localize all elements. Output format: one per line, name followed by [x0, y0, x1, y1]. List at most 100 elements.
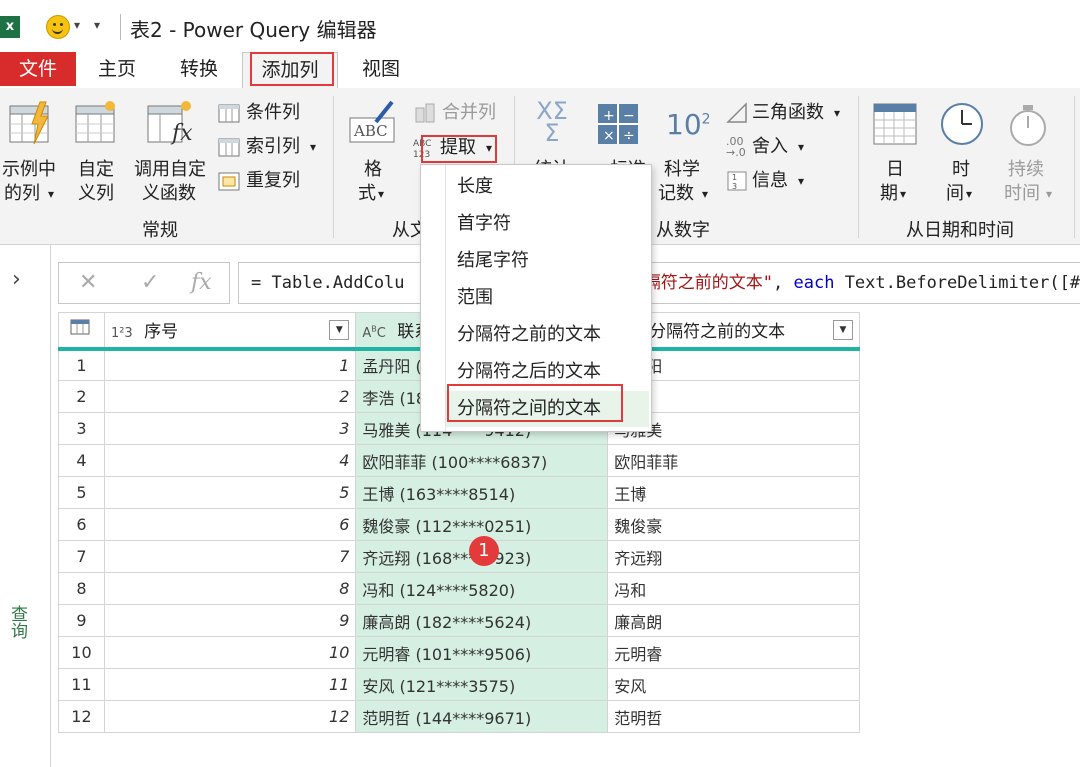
example-column-label-2[interactable]: 的列	[4, 182, 40, 206]
invoke-function-label-2[interactable]: 义函数	[142, 182, 196, 206]
duration-label-1[interactable]: 持续	[1008, 158, 1044, 182]
cell-seq[interactable]: 7	[103, 540, 357, 573]
row-number[interactable]: 12	[58, 700, 105, 733]
rounding-arrow-icon[interactable]: ▾	[798, 135, 804, 159]
custom-column-label-2[interactable]: 义列	[78, 182, 114, 206]
scientific-arrow-icon[interactable]: ▾	[702, 182, 708, 206]
table-row[interactable]: 9 9 廉高朗 (182****5624) 廉高朗	[58, 604, 860, 637]
scientific-label-1[interactable]: 科学	[664, 158, 700, 182]
tab-view[interactable]: 视图	[352, 52, 410, 86]
smiley-icon[interactable]	[46, 15, 70, 39]
menu-item-first-characters[interactable]: 首字符	[446, 206, 649, 242]
cell-result[interactable]: 魏俊豪	[607, 508, 860, 541]
menu-item-last-characters[interactable]: 结尾字符	[446, 243, 649, 279]
tab-home[interactable]: 主页	[88, 52, 146, 86]
cell-contact[interactable]: 元明睿 (101****9506)	[355, 636, 609, 669]
row-number[interactable]: 2	[58, 380, 105, 413]
cell-result[interactable]: 安风	[607, 668, 860, 701]
cell-contact[interactable]: 欧阳菲菲 (100****6837)	[355, 444, 609, 477]
duration-arrow-icon[interactable]: ▾	[1046, 182, 1052, 206]
cancel-formula-icon[interactable]: ✕	[79, 270, 97, 295]
invoke-function-label-1[interactable]: 调用自定	[134, 158, 206, 182]
cell-contact[interactable]: 冯和 (124****5820)	[355, 572, 609, 605]
row-number[interactable]: 5	[58, 476, 105, 509]
index-column-button[interactable]: 索引列	[246, 135, 300, 159]
index-column-arrow-icon[interactable]: ▾	[310, 135, 316, 159]
information-arrow-icon[interactable]: ▾	[798, 169, 804, 193]
row-number[interactable]: 8	[58, 572, 105, 605]
cell-seq[interactable]: 8	[103, 572, 357, 605]
tab-file[interactable]: 文件	[0, 52, 76, 86]
cell-seq[interactable]: 4	[103, 444, 357, 477]
table-row[interactable]: 7 7 齐远翔 (168****3923) 齐远翔	[58, 540, 860, 573]
custom-column-label-1[interactable]: 自定	[78, 158, 114, 182]
cell-result[interactable]: 元明睿	[607, 636, 860, 669]
menu-item-text-before-delimiter[interactable]: 分隔符之前的文本	[446, 317, 649, 353]
cell-result[interactable]: 范明哲	[607, 700, 860, 733]
filter-dropdown-icon[interactable]: ▼	[833, 320, 853, 340]
information-button[interactable]: 信息	[752, 169, 788, 193]
format-arrow-icon[interactable]: ▾	[378, 182, 384, 206]
table-row[interactable]: 8 8 冯和 (124****5820) 冯和	[58, 572, 860, 605]
customize-arrow-icon[interactable]: ▾	[94, 18, 100, 32]
formula-input[interactable]: = Table.AddColu "分隔符之前的文本", each Text.Bef…	[238, 262, 1080, 304]
cell-result[interactable]: 冯和	[607, 572, 860, 605]
menu-item-length[interactable]: 长度	[446, 169, 649, 205]
column-header-seq[interactable]: 1²3 序号 ▼	[103, 312, 357, 351]
trig-button[interactable]: 三角函数	[752, 101, 824, 125]
scientific-label-2[interactable]: 记数	[658, 182, 694, 206]
row-number[interactable]: 3	[58, 412, 105, 445]
date-label-1[interactable]: 日	[886, 158, 904, 182]
commit-formula-icon[interactable]: ✓	[141, 270, 159, 295]
date-arrow-icon[interactable]: ▾	[900, 182, 906, 206]
dropdown-arrow-icon[interactable]: ▾	[74, 18, 80, 32]
row-number[interactable]: 4	[58, 444, 105, 477]
table-row[interactable]: 4 4 欧阳菲菲 (100****6837) 欧阳菲菲	[58, 444, 860, 477]
time-arrow-icon[interactable]: ▾	[966, 182, 972, 206]
table-row[interactable]: 6 6 魏俊豪 (112****0251) 魏俊豪	[58, 508, 860, 541]
cell-seq[interactable]: 1	[103, 348, 357, 381]
cell-contact[interactable]: 廉高朗 (182****5624)	[355, 604, 609, 637]
cell-seq[interactable]: 11	[103, 668, 357, 701]
row-number[interactable]: 11	[58, 668, 105, 701]
cell-result[interactable]: 廉高朗	[607, 604, 860, 637]
tab-transform[interactable]: 转换	[170, 52, 228, 86]
cell-seq[interactable]: 6	[103, 508, 357, 541]
table-row[interactable]: 10 10 元明睿 (101****9506) 元明睿	[58, 636, 860, 669]
time-label-2[interactable]: 间	[946, 182, 964, 206]
row-number[interactable]: 6	[58, 508, 105, 541]
cell-seq[interactable]: 12	[103, 700, 357, 733]
cell-seq[interactable]: 3	[103, 412, 357, 445]
table-row[interactable]: 11 11 安风 (121****3575) 安风	[58, 668, 860, 701]
row-number[interactable]: 1	[58, 348, 105, 381]
example-column-arrow-icon[interactable]: ▾	[48, 182, 54, 206]
cell-seq[interactable]: 2	[103, 380, 357, 413]
queries-label[interactable]: 查询	[7, 605, 30, 639]
format-label-2[interactable]: 式	[358, 182, 376, 206]
cell-contact[interactable]: 安风 (121****3575)	[355, 668, 609, 701]
select-all-table-icon[interactable]	[58, 312, 105, 351]
cell-contact[interactable]: 王博 (163****8514)	[355, 476, 609, 509]
conditional-column-button[interactable]: 条件列	[246, 101, 300, 125]
table-row[interactable]: 12 12 范明哲 (144****9671) 范明哲	[58, 700, 860, 733]
cell-seq[interactable]: 9	[103, 604, 357, 637]
row-number[interactable]: 9	[58, 604, 105, 637]
row-number[interactable]: 7	[58, 540, 105, 573]
type-number-icon[interactable]: 1²3	[111, 326, 133, 341]
format-label-1[interactable]: 格	[364, 158, 382, 182]
cell-result[interactable]: 王博	[607, 476, 860, 509]
trig-arrow-icon[interactable]: ▾	[834, 101, 840, 125]
example-column-label-1[interactable]: 示例中	[2, 158, 56, 182]
row-number[interactable]: 10	[58, 636, 105, 669]
cell-contact[interactable]: 范明哲 (144****9671)	[355, 700, 609, 733]
merge-columns-button[interactable]: 合并列	[442, 101, 496, 125]
rounding-button[interactable]: 舍入	[752, 135, 788, 159]
time-label-1[interactable]: 时	[952, 158, 970, 182]
filter-dropdown-icon[interactable]: ▼	[329, 320, 350, 340]
expand-queries-chevron-icon[interactable]: ›	[12, 267, 21, 292]
fx-icon[interactable]: fx	[191, 270, 212, 295]
date-label-2[interactable]: 期	[880, 182, 898, 206]
cell-result[interactable]: 欧阳菲菲	[607, 444, 860, 477]
cell-seq[interactable]: 5	[103, 476, 357, 509]
cell-seq[interactable]: 10	[103, 636, 357, 669]
